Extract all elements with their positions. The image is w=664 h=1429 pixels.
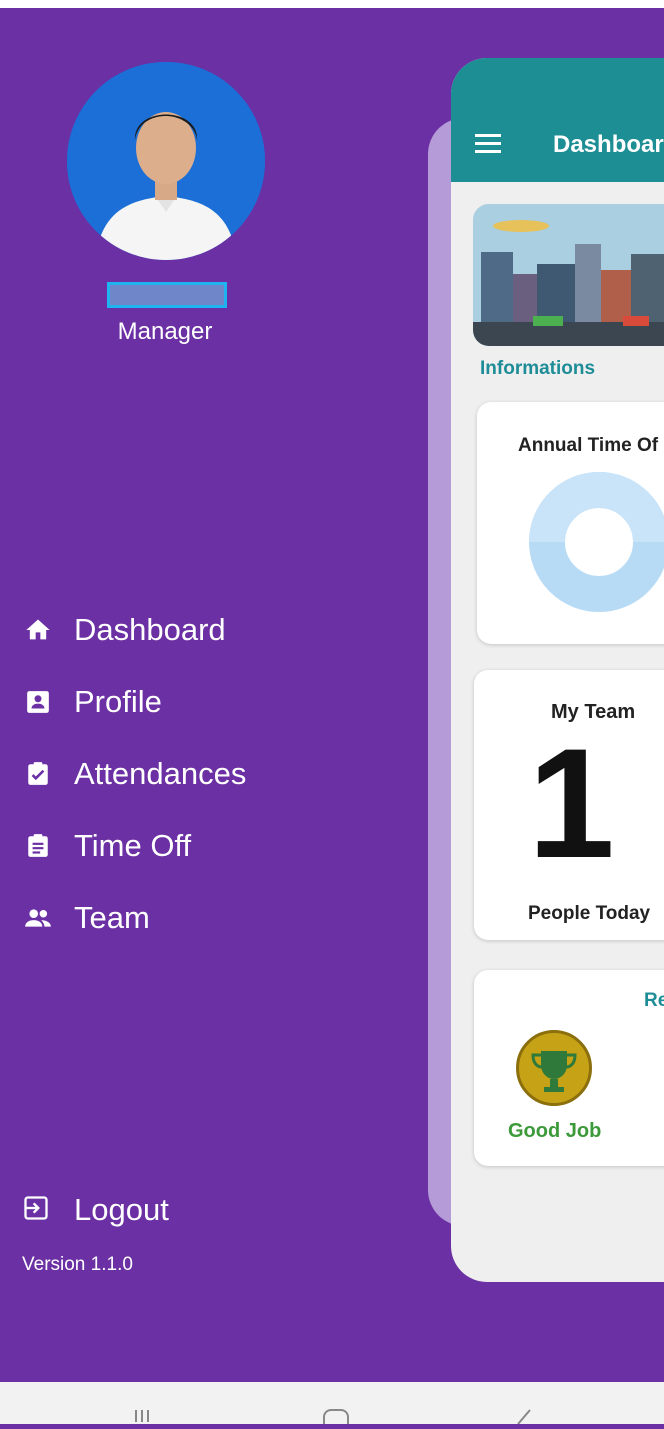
reward-card[interactable]: Re Good Job [474,970,664,1166]
badge-label: Good Job [508,1120,602,1142]
user-role: Manager [117,318,213,345]
nav-item-label: Time Off [74,828,192,863]
nav-item-team[interactable]: Team [22,882,246,954]
user-name-redacted [107,282,227,308]
system-nav-bar [0,1382,664,1429]
logout-label: Logout [74,1192,169,1227]
card-title: Re [644,990,664,1011]
section-label-informations: Informations [480,358,596,379]
team-count: 1 [528,717,615,891]
avatar[interactable] [67,62,265,260]
annual-time-off-card[interactable]: Annual Time Of [477,402,664,644]
my-team-card[interactable]: My Team 1 People Today [474,670,664,940]
nav-item-dashboard[interactable]: Dashboard [22,594,246,666]
time-off-donut-chart [529,472,664,612]
nav-item-profile[interactable]: Profile [22,666,246,738]
nav-item-time-off[interactable]: Time Off [22,810,246,882]
status-bar [0,0,664,8]
drawer-nav: Dashboard Profile Attendances Time Off T… [22,594,246,954]
nav-item-label: Dashboard [74,612,226,647]
back-icon[interactable] [517,1409,531,1425]
city-banner-image [473,204,664,346]
app-bar: Dashboar [451,58,664,182]
people-icon [22,902,54,934]
app-bar-title: Dashboar [553,131,664,158]
recents-icon[interactable] [135,1410,149,1422]
app-version: Version 1.1.0 [22,1254,133,1275]
nav-item-label: Attendances [74,756,247,791]
clipboard-check-icon [22,758,54,790]
profile-card-icon [22,686,54,718]
nav-item-label: Team [74,900,150,935]
nav-item-label: Profile [74,684,162,719]
home-nav-icon[interactable] [323,1409,349,1429]
logout-icon [22,1194,54,1226]
nav-item-attendances[interactable]: Attendances [22,738,246,810]
team-count-caption: People Today [528,903,651,924]
clipboard-list-icon [22,830,54,862]
main-screen-preview[interactable]: Dashboar Informations Annual Time Of My … [451,58,664,1282]
card-title: Annual Time Of [518,435,659,456]
menu-icon[interactable] [475,134,501,154]
logout-button[interactable]: Logout [22,1192,169,1228]
trophy-icon [516,1030,592,1106]
home-icon [22,614,54,646]
